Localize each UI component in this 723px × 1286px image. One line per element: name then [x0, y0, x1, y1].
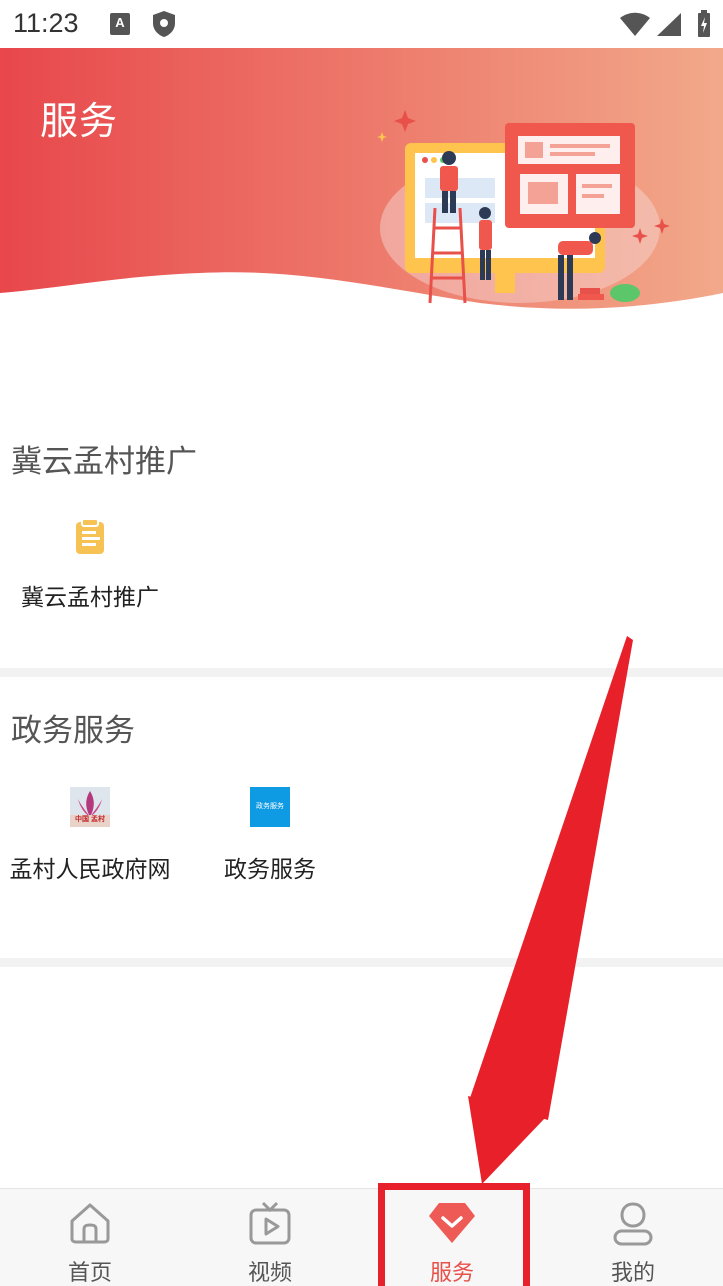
document-clipboard-icon — [73, 517, 107, 555]
nav-label: 视频 — [247, 1261, 292, 1286]
home-icon — [68, 1201, 112, 1249]
nav-item-home[interactable]: 首页 — [0, 1189, 180, 1286]
logo-text: 政务服务 — [256, 802, 284, 810]
tile-label: 政务服务 — [224, 857, 316, 883]
status-time: 11:23 — [13, 8, 79, 38]
shield-icon — [152, 10, 176, 42]
bottom-nav: 首页 视频 服务 我的 — [0, 1188, 723, 1286]
section-title-promotion: 冀云孟村推广 — [11, 444, 197, 480]
signal-icon — [656, 12, 682, 40]
wifi-icon — [619, 12, 651, 40]
nav-item-video[interactable]: 视频 — [180, 1189, 360, 1286]
logo-text: 中国 孟村 — [75, 816, 105, 823]
tile-label: 冀云孟村推广 — [21, 585, 159, 611]
nav-label: 首页 — [67, 1261, 112, 1286]
tile-promotion[interactable]: 冀云孟村推广 — [10, 517, 170, 612]
tile-label: 孟村人民政府网 — [9, 857, 171, 883]
office-illustration — [370, 108, 690, 312]
battery-icon — [697, 10, 711, 42]
a-notification-icon: A — [110, 13, 130, 35]
tile-government-service[interactable]: 政务服务 政务服务 — [180, 787, 360, 884]
header-banner: 服务 — [0, 48, 723, 328]
status-bar: 11:23 A — [0, 0, 723, 48]
nav-label: 我的 — [610, 1261, 655, 1286]
tile-mengcun-government[interactable]: 中国 孟村 孟村人民政府网 — [0, 787, 180, 884]
section-title-government: 政务服务 — [11, 713, 135, 749]
page-title: 服务 — [40, 99, 119, 143]
government-service-logo: 政务服务 — [250, 787, 290, 827]
user-icon — [611, 1201, 655, 1251]
section-divider — [0, 958, 723, 967]
mengcun-government-logo: 中国 孟村 — [70, 787, 110, 827]
section-divider — [0, 668, 723, 677]
highlight-box — [378, 1183, 530, 1286]
tv-play-icon — [248, 1201, 292, 1251]
nav-item-mine[interactable]: 我的 — [543, 1189, 723, 1286]
